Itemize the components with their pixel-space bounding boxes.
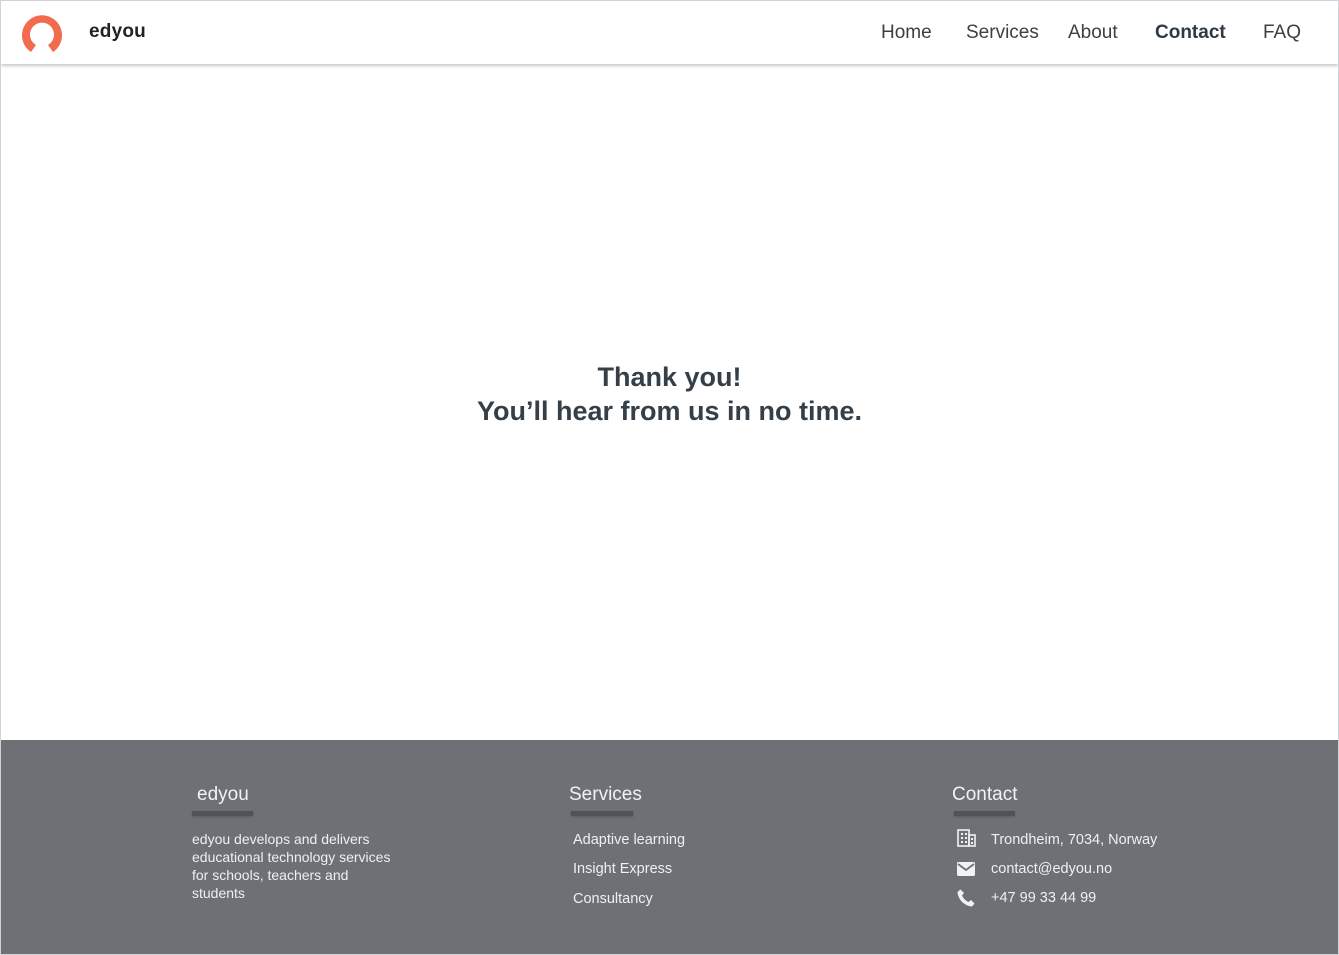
- page: edyou Home Services About Contact FAQ Th…: [0, 0, 1339, 955]
- footer-email[interactable]: contact@edyou.no: [991, 861, 1112, 877]
- building-icon: [957, 829, 976, 847]
- nav-faq[interactable]: FAQ: [1263, 22, 1301, 44]
- thank-you-heading: Thank you!: [597, 362, 742, 392]
- main-content: Thank you! You’ll hear from us in no tim…: [1, 64, 1338, 740]
- footer-services-title: Services: [569, 784, 642, 805]
- footer-contact-underline: [954, 811, 1015, 816]
- top-navbar: edyou Home Services About Contact FAQ: [1, 1, 1338, 64]
- footer-about-underline: [192, 811, 253, 816]
- nav-home[interactable]: Home: [881, 22, 932, 44]
- footer-services-underline: [571, 811, 633, 816]
- footer-phone[interactable]: +47 99 33 44 99: [991, 890, 1096, 906]
- edyou-logo-icon[interactable]: [19, 12, 65, 56]
- nav-services[interactable]: Services: [966, 22, 1039, 44]
- mail-icon: [957, 862, 975, 876]
- footer-link-consultancy[interactable]: Consultancy: [573, 891, 653, 907]
- footer: edyou edyou develops and delivers educat…: [1, 740, 1338, 954]
- confirmation-message: You’ll hear from us in no time.: [476, 396, 863, 426]
- footer-contact-title: Contact: [952, 784, 1018, 805]
- footer-about-text: edyou develops and delivers educational …: [192, 831, 391, 901]
- footer-link-adaptive-learning[interactable]: Adaptive learning: [573, 832, 685, 848]
- footer-link-insight-express[interactable]: Insight Express: [573, 861, 672, 877]
- nav-contact[interactable]: Contact: [1155, 22, 1226, 44]
- phone-icon: [957, 889, 975, 907]
- nav-about[interactable]: About: [1068, 22, 1118, 44]
- footer-address: Trondheim, 7034, Norway: [991, 832, 1158, 848]
- footer-about-title: edyou: [197, 784, 249, 805]
- brand-name[interactable]: edyou: [89, 21, 146, 43]
